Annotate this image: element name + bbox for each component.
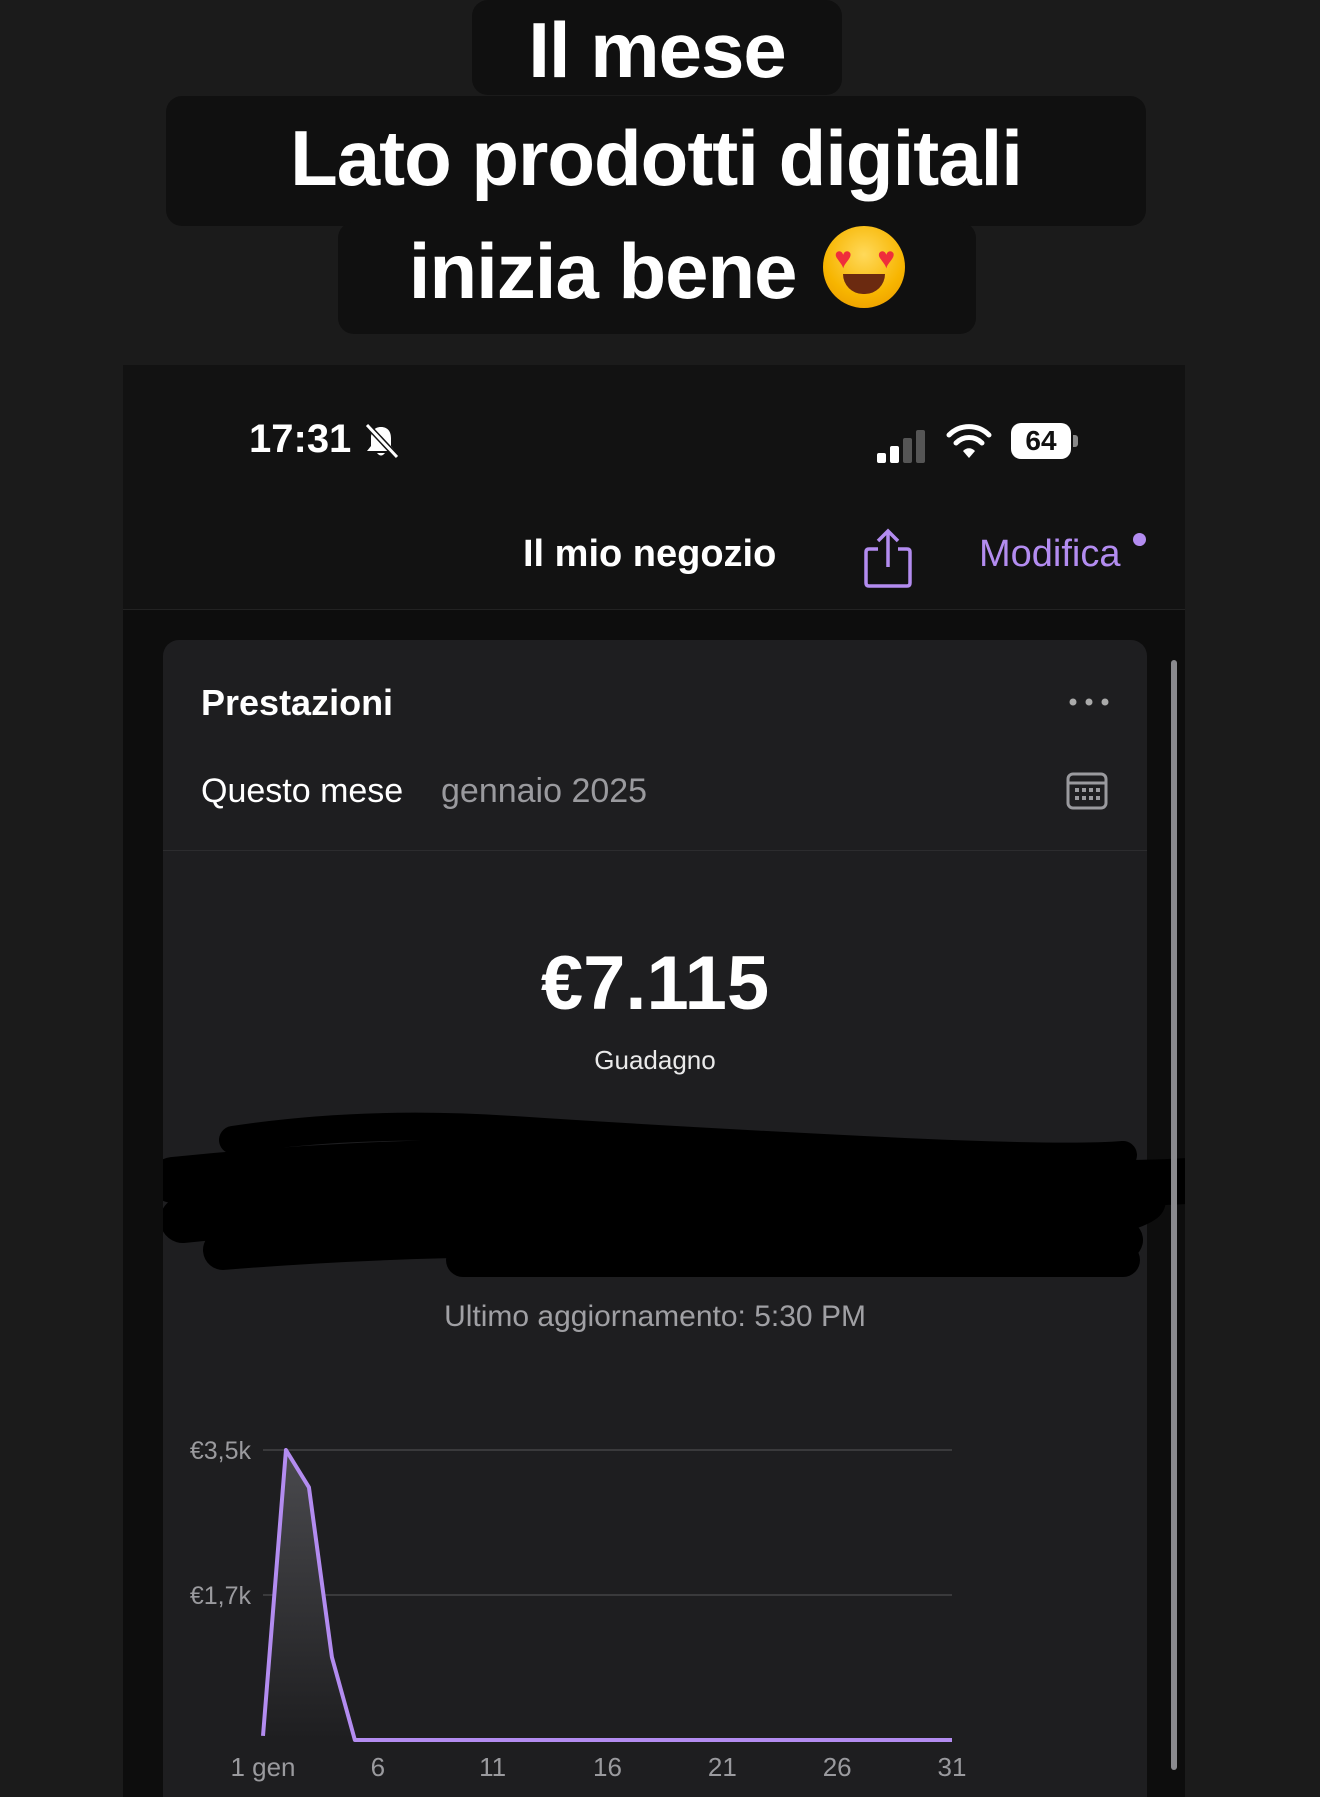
earnings-label: Guadagno [594, 1045, 716, 1075]
share-icon[interactable] [861, 527, 915, 589]
x-tick-label: 16 [593, 1752, 622, 1782]
caption-line-2: Lato prodotti digitali [166, 96, 1146, 226]
x-tick-label: 21 [708, 1752, 737, 1782]
earnings-chart: €3,5k €1,7k 1 gen 6 11 16 21 26 31 [190, 1437, 967, 1782]
phone-screenshot: 17:31 64 Il mio negozio Modifica Prestaz… [123, 365, 1185, 1797]
heart-left-icon: ♥ [834, 242, 852, 275]
earnings-amount: €7.115 [540, 941, 770, 1026]
x-tick-label: 31 [938, 1752, 967, 1782]
signal-icon [877, 430, 925, 463]
page-title: Il mio negozio [523, 533, 777, 575]
wifi-icon [946, 424, 992, 458]
heart-eyes-emoji-icon: ♥ ♥ [823, 226, 906, 308]
status-bar: 17:31 64 [123, 365, 1185, 505]
period-date: gennaio 2025 [441, 772, 648, 810]
navigation-bar: Il mio negozio Modifica [123, 505, 1185, 610]
battery-level: 64 [1011, 423, 1071, 459]
caption-line-1: Il mese [472, 0, 842, 95]
x-tick-label: 11 [479, 1752, 506, 1782]
y-tick-label: €1,7k [190, 1582, 252, 1610]
status-time: 17:31 [249, 417, 352, 461]
ellipsis-icon[interactable] [1067, 696, 1111, 708]
card-title: Prestazioni [201, 682, 394, 723]
divider [163, 850, 1147, 851]
notification-dot [1133, 533, 1146, 546]
performance-card: Prestazioni Questo mese gennaio 2025 €7.… [163, 640, 1185, 1797]
battery-icon: 64 [1011, 423, 1079, 461]
y-tick-label: €3,5k [190, 1437, 252, 1465]
heart-right-icon: ♥ [877, 242, 895, 275]
period-label[interactable]: Questo mese [201, 772, 403, 811]
battery-nub [1073, 435, 1078, 447]
scrollbar[interactable] [1171, 660, 1177, 1770]
x-tick-label: 26 [823, 1752, 852, 1782]
x-tick-label: 1 gen [230, 1752, 295, 1782]
bell-slash-icon [364, 422, 400, 460]
calendar-icon[interactable] [1065, 770, 1109, 812]
edit-button[interactable]: Modifica [979, 533, 1121, 576]
smile-mouth [843, 274, 886, 294]
caption-line-3: inizia bene ♥ ♥ [338, 222, 976, 334]
x-tick-label: 6 [371, 1752, 385, 1782]
last-updated: Ultimo aggiornamento: 5:30 PM [444, 1300, 866, 1333]
caption-line-3-text: inizia bene [408, 227, 798, 315]
redaction-scribble [163, 1112, 1185, 1277]
